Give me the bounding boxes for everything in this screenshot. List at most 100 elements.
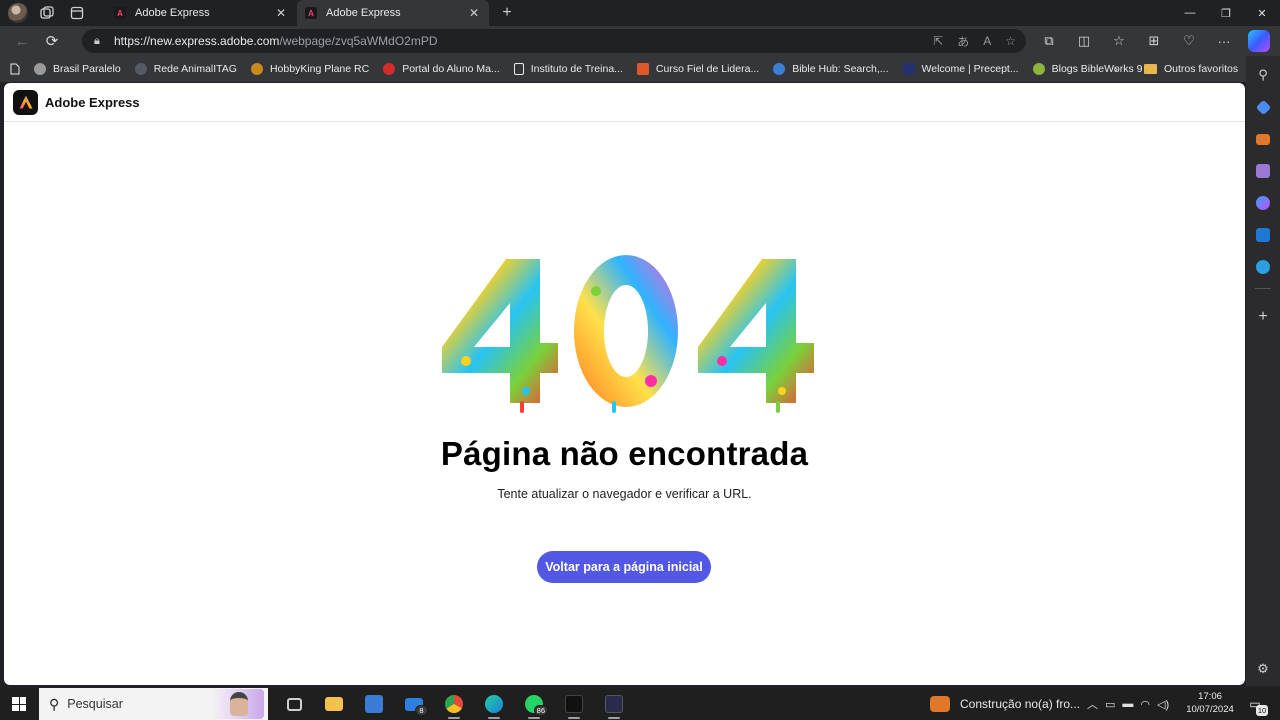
back-to-home-button[interactable]: Voltar para a página inicial — [537, 551, 711, 583]
browser-essentials-icon[interactable]: ♡ — [1176, 28, 1202, 54]
outlook-icon[interactable] — [1254, 226, 1272, 244]
start-button[interactable] — [0, 688, 38, 720]
adobe-express-logo-icon[interactable] — [13, 89, 38, 115]
edge-sidebar: ⚲ + ⚙ — [1246, 56, 1280, 686]
other-favorites-label: Outros favoritos — [1164, 63, 1239, 75]
bookmark-hobbyking[interactable]: HobbyKing Plane RC — [244, 56, 376, 82]
bookmark-bible-hub[interactable]: Bible Hub: Search,... — [766, 56, 895, 82]
bookmark-instituto[interactable]: Instituto de Treina... — [507, 56, 630, 82]
tab-adobe-express-1[interactable]: A Adobe Express ✕ — [106, 0, 296, 26]
notification-center-button[interactable]: ▭ 10 — [1244, 694, 1268, 716]
back-button[interactable]: ← — [7, 28, 37, 54]
search-placeholder: Pesquisar — [67, 697, 123, 711]
gear-icon[interactable]: ⚙ — [1254, 660, 1272, 678]
task-view-button[interactable] — [274, 688, 314, 720]
bookmark-precept[interactable]: Welcome | Precept... — [896, 56, 1026, 82]
bookmarks-page-icon[interactable] — [0, 56, 27, 82]
search-icon[interactable]: ⚲ — [1254, 66, 1272, 84]
address-bar[interactable]: 🔒︎ https://new.express.adobe.com/webpage… — [82, 29, 1026, 53]
digit-zero — [574, 255, 678, 413]
telegram-icon[interactable] — [1254, 258, 1272, 276]
restore-button[interactable]: ❐ — [1208, 0, 1244, 26]
chevron-right-icon[interactable]: › — [1106, 56, 1126, 82]
profile-avatar[interactable] — [8, 3, 28, 23]
adobe-express-icon — [605, 695, 623, 713]
close-window-button[interactable]: ✕ — [1244, 0, 1280, 26]
bookmark-rede-animal[interactable]: Rede AnimalITAG — [128, 56, 244, 82]
settings-menu-icon[interactable]: ··· — [1211, 28, 1237, 54]
bookmark-curso-fiel[interactable]: Curso Fiel de Lidera... — [630, 56, 766, 82]
show-hidden-icons-chevron-icon[interactable]: ︿ — [1087, 696, 1098, 712]
folder-icon — [325, 697, 343, 711]
tab-title: Adobe Express — [326, 7, 401, 19]
tab-adobe-express-2[interactable]: A Adobe Express ✕ — [297, 0, 489, 26]
add-icon[interactable]: + — [1254, 308, 1272, 326]
adobe-express-icon — [565, 695, 583, 713]
extensions-icon[interactable]: ⧉ — [1036, 28, 1062, 54]
collections-icon[interactable]: ⊞ — [1141, 28, 1167, 54]
adobe-express-button[interactable] — [554, 688, 594, 720]
workspaces-icon[interactable] — [36, 2, 58, 24]
read-aloud-icon[interactable]: A — [983, 34, 991, 48]
favorites-icon[interactable]: ☆ — [1106, 28, 1132, 54]
brasil-paralelo-icon — [34, 63, 46, 75]
bookmark-label: Brasil Paralelo — [53, 63, 121, 75]
page-viewport: Adobe Express Página não encontrada Tent… — [4, 83, 1245, 685]
bookmark-label: Curso Fiel de Lidera... — [655, 63, 760, 75]
close-tab-icon[interactable]: ✕ — [467, 6, 481, 20]
new-tab-button[interactable]: + — [497, 3, 517, 23]
copilot-button[interactable] — [1246, 28, 1272, 54]
weather-text: Construção no(a) fro... — [960, 697, 1081, 711]
translate-icon[interactable]: あ — [957, 33, 969, 50]
split-screen-icon[interactable]: ◫ — [1071, 28, 1097, 54]
meet-now-icon[interactable]: ▭ — [1105, 698, 1115, 711]
bookmark-bibleworks[interactable]: Blogs BibleWorks 9 — [1026, 56, 1150, 82]
copilot-sidebar-icon[interactable] — [1254, 194, 1272, 212]
bookmark-portal-aluno[interactable]: Portal do Aluno Ma... — [376, 56, 506, 82]
chrome-icon — [445, 695, 463, 713]
adobe-express-favicon-icon: A — [305, 7, 317, 19]
edge-button[interactable] — [474, 688, 514, 720]
minimize-button[interactable]: — — [1172, 0, 1208, 26]
games-icon[interactable] — [1254, 162, 1272, 180]
bookmarks-bar: Brasil Paralelo Rede AnimalITAG HobbyKin… — [0, 56, 1246, 82]
clock[interactable]: 17:06 10/07/2024 — [1184, 690, 1236, 716]
volume-icon[interactable]: ◁) — [1157, 698, 1169, 711]
file-explorer-button[interactable] — [314, 688, 354, 720]
page-header: Adobe Express — [4, 83, 1245, 122]
tools-icon[interactable] — [1254, 130, 1272, 148]
taskbar-search[interactable]: ⚲ Pesquisar — [39, 688, 268, 720]
url-text[interactable]: https://new.express.adobe.com/webpage/zv… — [114, 34, 438, 48]
hobbyking-icon — [250, 63, 263, 75]
bookmark-label: HobbyKing Plane RC — [269, 63, 370, 75]
notification-badge: 10 — [1256, 705, 1268, 716]
adobe-express-window-button[interactable] — [594, 688, 634, 720]
store-icon — [365, 695, 383, 713]
sidebar-divider — [1255, 288, 1271, 289]
curso-fiel-icon — [636, 63, 649, 75]
weather-widget[interactable]: Construção no(a) fro... — [930, 688, 1080, 720]
mail-button[interactable]: 8 — [394, 688, 434, 720]
favorite-star-icon[interactable]: ☆ — [1005, 34, 1016, 48]
traffic-alert-icon — [930, 696, 950, 712]
system-tray: ︿ ▭ ▬ ◠ ◁) — [1087, 688, 1169, 720]
chrome-button[interactable] — [434, 688, 474, 720]
tab-actions-icon[interactable] — [66, 2, 88, 24]
whatsapp-button[interactable]: 86 — [514, 688, 554, 720]
shopping-icon[interactable] — [1254, 98, 1272, 116]
microsoft-store-button[interactable] — [354, 688, 394, 720]
page-icon — [513, 63, 524, 75]
wifi-icon[interactable]: ◠ — [1140, 698, 1150, 711]
windows-taskbar: ⚲ Pesquisar 8 86 Construção no(a) fro...… — [0, 688, 1280, 720]
bookmark-label: Rede AnimalITAG — [153, 63, 237, 75]
close-tab-icon[interactable]: ✕ — [274, 6, 288, 20]
lock-icon[interactable]: 🔒︎ — [94, 35, 114, 48]
edge-icon — [485, 695, 503, 713]
bookmark-label: Welcome | Precept... — [921, 63, 1019, 75]
battery-icon[interactable]: ▬ — [1122, 698, 1133, 710]
other-favorites-folder[interactable]: Outros favoritos — [1144, 56, 1238, 82]
windows-logo-icon — [12, 697, 26, 711]
refresh-button[interactable]: ⟳ — [37, 28, 67, 54]
bookmark-brasil-paralelo[interactable]: Brasil Paralelo — [27, 56, 128, 82]
open-in-app-icon[interactable]: ⇱ — [933, 34, 943, 48]
